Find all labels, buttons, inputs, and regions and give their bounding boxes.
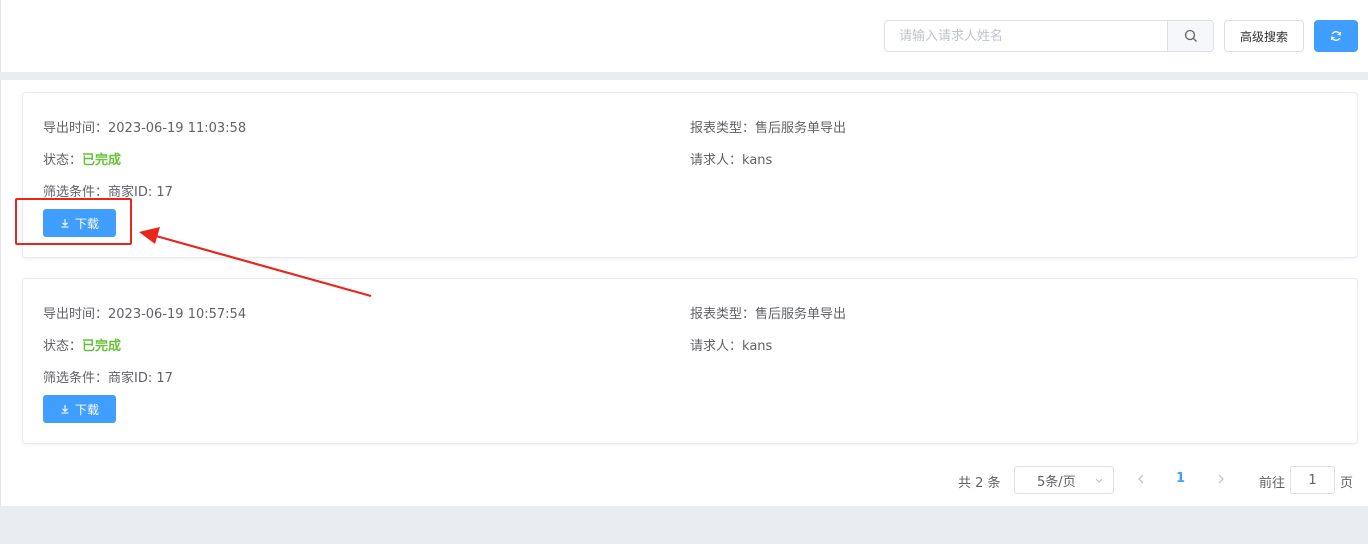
requester: 请求人：kans — [690, 339, 773, 354]
report-type: 报表类型：售后服务单导出 — [690, 307, 847, 322]
chevron-right-icon[interactable] — [1214, 472, 1228, 486]
download-label: 下载 — [74, 402, 99, 417]
report-type: 报表类型：售后服务单导出 — [690, 121, 847, 136]
advanced-search-button[interactable]: 高级搜索 — [1224, 20, 1304, 52]
refresh-button[interactable] — [1314, 20, 1358, 52]
requester: 请求人：kans — [690, 153, 773, 168]
search-input[interactable] — [885, 21, 1167, 51]
annotation-highlight-box — [15, 198, 132, 245]
status-badge: 已完成 — [82, 339, 122, 354]
export-time: 导出时间：2023-06-19 10:57:54 — [43, 307, 247, 322]
goto-label: 前往 — [1259, 476, 1286, 491]
page-suffix-label: 页 — [1340, 476, 1354, 491]
total-count: 共 2 条 — [958, 476, 1001, 491]
search-box — [884, 20, 1214, 52]
download-icon — [61, 405, 69, 414]
status: 状态：已完成 — [43, 339, 122, 354]
page-size-select[interactable]: 5条/页 — [1014, 466, 1114, 494]
download-button[interactable]: 下载 — [43, 395, 116, 423]
export-record-card: 导出时间：2023-06-19 11:03:58 报表类型：售后服务单导出 状态… — [22, 92, 1358, 258]
search-button[interactable] — [1167, 21, 1213, 51]
pagination: 共 2 条 5条/页 1 前往 1 页 — [0, 466, 1368, 494]
filter-conditions: 筛选条件：商家ID: 17 — [43, 371, 173, 386]
chevron-down-icon — [1095, 478, 1103, 483]
refresh-icon — [1330, 31, 1342, 41]
status: 状态：已完成 — [43, 153, 122, 168]
chevron-left-icon[interactable] — [1134, 472, 1148, 486]
export-record-card: 导出时间：2023-06-19 10:57:54 报表类型：售后服务单导出 状态… — [22, 278, 1358, 444]
page-number[interactable]: 1 — [1176, 471, 1185, 486]
export-list: 导出时间：2023-06-19 11:03:58 报表类型：售后服务单导出 状态… — [0, 80, 1368, 506]
search-icon — [1184, 29, 1197, 42]
page-jump-input[interactable]: 1 — [1290, 466, 1335, 494]
status-badge: 已完成 — [82, 153, 122, 168]
export-time: 导出时间：2023-06-19 11:03:58 — [43, 121, 247, 136]
toolbar: 高级搜索 — [0, 0, 1368, 72]
